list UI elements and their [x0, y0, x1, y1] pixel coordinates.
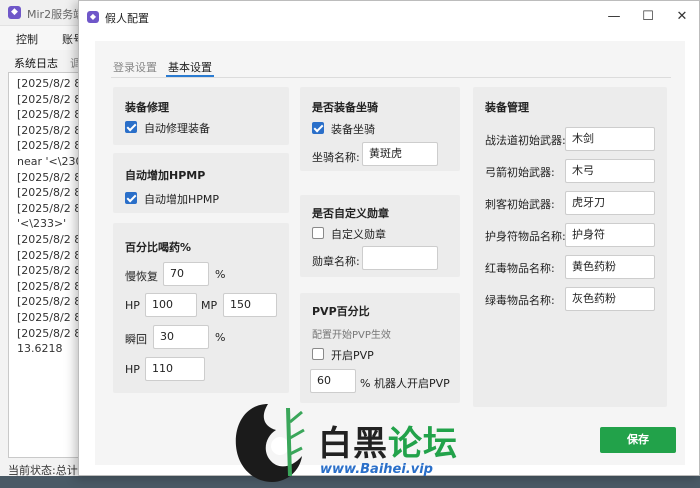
watermark-url: www.Baihei.vip	[320, 462, 433, 477]
enable-pvp-label: 开启PVP	[331, 349, 374, 362]
potion-percent-title: 百分比喝药%	[125, 241, 192, 254]
instant-recover-input[interactable]: 30	[153, 325, 209, 349]
pvp-title: PVP百分比	[312, 305, 370, 318]
custom-medal-checkbox[interactable]	[312, 227, 324, 239]
slow-recover-label: 慢恢复	[125, 270, 158, 283]
tab-basic-settings[interactable]: 基本设置	[168, 59, 212, 75]
hp-label: HP	[125, 299, 140, 312]
baihei-watermark: 白黑论坛 www.Baihei.vip	[228, 398, 498, 488]
equip-row-label: 弓箭初始武器:	[485, 166, 555, 179]
equip-manage-title: 装备管理	[485, 101, 529, 114]
minimize-button[interactable]: —	[597, 5, 631, 29]
medal-name-input[interactable]	[362, 246, 438, 270]
save-button[interactable]: 保存	[600, 427, 676, 453]
equip-row-label: 刺客初始武器:	[485, 198, 555, 211]
log-line: [2025/8/2 8:	[17, 77, 85, 90]
instant-recover-unit: %	[215, 331, 226, 344]
app-icon: ◆	[8, 6, 21, 19]
pvp-description: 配置开始PVP生效	[312, 330, 391, 341]
instant-recover-label: 瞬回	[125, 333, 147, 346]
mp-label: MP	[201, 299, 218, 312]
log-line: [2025/8/2 8:	[17, 279, 85, 293]
log-line: [2025/8/2 8:	[17, 295, 85, 309]
card-auto-hpmp: 自动增加HPMP 自动增加HPMP	[113, 153, 289, 213]
mount-name-input[interactable]: 黄斑虎	[362, 142, 438, 166]
log-line: [2025/8/2 8:	[17, 108, 85, 122]
tab-system-log[interactable]: 系统日志	[14, 55, 58, 71]
log-line: [2025/8/2 8:	[17, 326, 85, 340]
log-line: [2025/8/2 8:	[17, 201, 85, 215]
card-potion-percent: 百分比喝药% 慢恢复 70 % HP 100 MP 150 瞬回 30 % HP…	[113, 223, 289, 393]
hp2-label: HP	[125, 363, 140, 376]
card-equip-repair: 装备修理 自动修理装备	[113, 87, 289, 145]
equip-repair-title: 装备修理	[125, 101, 169, 114]
mount-title: 是否装备坐骑	[312, 101, 378, 114]
log-line: [2025/8/2 8:	[17, 233, 85, 246]
equip-row-input[interactable]: 木剑	[565, 127, 655, 151]
close-button[interactable]: ✕	[665, 5, 699, 29]
medal-title: 是否自定义勋章	[312, 207, 389, 220]
log-line: [2025/8/2 8:	[17, 186, 85, 200]
equip-mount-label: 装备坐骑	[331, 123, 375, 136]
auto-hpmp-checkbox[interactable]	[125, 192, 137, 204]
custom-medal-label: 自定义勋章	[331, 228, 386, 241]
enable-pvp-checkbox[interactable]	[312, 348, 324, 360]
tab-login-settings[interactable]: 登录设置	[113, 59, 157, 75]
log-line: [2025/8/2 8:	[17, 311, 85, 324]
log-line: '<\233>'	[17, 217, 67, 231]
auto-hpmp-title: 自动增加HPMP	[125, 169, 206, 182]
tab-divider	[111, 77, 671, 78]
equip-row-input[interactable]: 黄色药粉	[565, 255, 655, 279]
log-line: 13.6218	[17, 342, 63, 356]
log-line: [2025/8/2 8:	[17, 170, 85, 184]
slow-recover-unit: %	[215, 268, 226, 281]
equip-row-input[interactable]: 虎牙刀	[565, 191, 655, 215]
pvp-percent-suffix: % 机器人开启PVP	[360, 377, 450, 390]
mp-input[interactable]: 150	[223, 293, 277, 317]
equip-row-label: 红毒物品名称:	[485, 262, 555, 275]
hp2-input[interactable]: 110	[145, 357, 205, 381]
watermark-text-main: 白黑	[318, 424, 388, 464]
maximize-button[interactable]: ☐	[631, 5, 665, 29]
auto-hpmp-label: 自动增加HPMP	[144, 193, 220, 206]
baihei-logo-icon	[235, 404, 305, 482]
auto-repair-label: 自动修理装备	[144, 122, 210, 135]
log-line: [2025/8/2 8:	[17, 139, 85, 153]
slow-recover-input[interactable]: 70	[163, 262, 209, 286]
menu-control[interactable]: 控制	[16, 31, 38, 47]
card-pvp: PVP百分比 配置开始PVP生效 开启PVP 60 % 机器人开启PVP	[300, 293, 460, 403]
dialog-app-icon: ◆	[87, 11, 99, 23]
log-line: near '<\230	[17, 155, 83, 168]
server-menubar: 控制 账号	[0, 26, 90, 50]
dialog-title: 假人配置	[105, 12, 149, 25]
equip-row-input[interactable]: 护身符	[565, 223, 655, 247]
mount-name-label: 坐骑名称:	[312, 151, 360, 164]
dialog-titlebar[interactable]: ◆ 假人配置 — ☐ ✕	[79, 1, 699, 33]
watermark-text: 白黑论坛	[318, 416, 458, 465]
medal-name-label: 勋章名称:	[312, 255, 360, 268]
hp-input[interactable]: 100	[145, 293, 197, 317]
log-line: [2025/8/2 8:	[17, 92, 85, 106]
watermark-text-accent: 论坛	[388, 424, 458, 464]
log-line: [2025/8/2 8:	[17, 123, 85, 137]
pvp-percent-input[interactable]: 60	[310, 369, 356, 393]
log-line: [2025/8/2 8:	[17, 248, 85, 262]
equip-mount-checkbox[interactable]	[312, 122, 324, 134]
card-medal: 是否自定义勋章 自定义勋章 勋章名称:	[300, 195, 460, 277]
equip-row-input[interactable]: 灰色药粉	[565, 287, 655, 311]
server-window-title: Mir2服务端	[27, 8, 85, 21]
card-mount: 是否装备坐骑 装备坐骑 坐骑名称: 黄斑虎	[300, 87, 460, 171]
equip-row-label: 绿毒物品名称:	[485, 294, 555, 307]
equip-row-label: 战法道初始武器:	[485, 134, 566, 147]
auto-repair-checkbox[interactable]	[125, 121, 137, 133]
log-line: [2025/8/2 8:	[17, 264, 85, 278]
equip-row-label: 护身符物品名称:	[485, 230, 566, 243]
card-equip-manage: 装备管理 战法道初始武器: 木剑弓箭初始武器: 木弓刺客初始武器: 虎牙刀护身符物品名…	[473, 87, 667, 407]
equip-row-input[interactable]: 木弓	[565, 159, 655, 183]
server-tabs: 系统日志 调	[0, 50, 90, 72]
